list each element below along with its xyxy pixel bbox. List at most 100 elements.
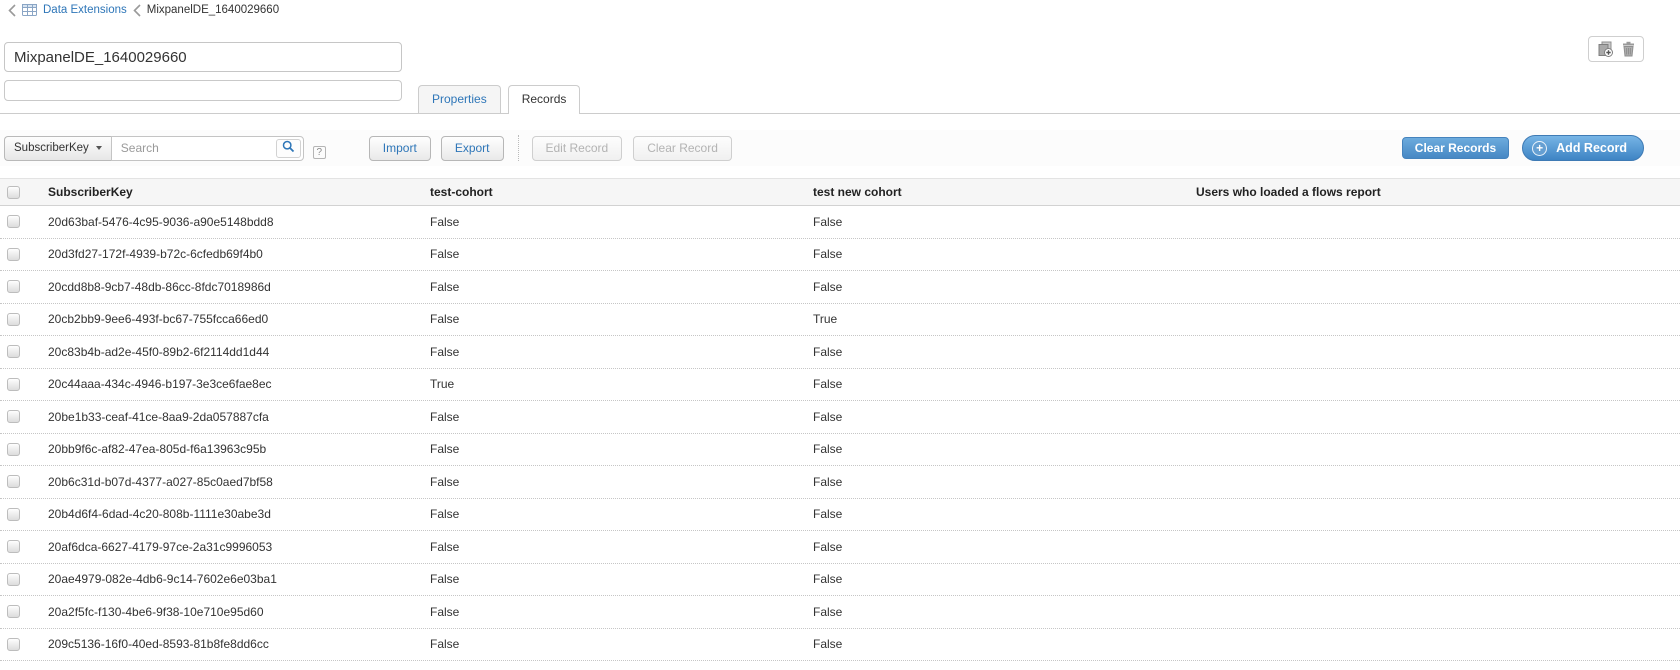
row-checkbox-cell xyxy=(0,313,40,326)
row-checkbox-cell xyxy=(0,280,40,293)
breadcrumb-separator-icon xyxy=(133,4,141,17)
edit-record-button[interactable]: Edit Record xyxy=(532,136,623,161)
row-checkbox[interactable] xyxy=(7,378,20,391)
table-row: 20c83b4b-ad2e-45f0-89b2-6f2114dd1d44 Fal… xyxy=(0,336,1680,369)
help-icon[interactable]: ? xyxy=(313,146,326,159)
tab-properties[interactable]: Properties xyxy=(418,85,501,113)
cell-subscriber-key: 20cdd8b8-9cb7-48db-86cc-8fdc7018986d xyxy=(40,280,422,294)
table-row: 20d63baf-5476-4c95-9036-a90e5148bdd8 Fal… xyxy=(0,206,1680,239)
cell-test-cohort: False xyxy=(422,312,805,326)
cell-subscriber-key: 20b4d6f4-6dad-4c20-808b-1111e30abe3d xyxy=(40,507,422,521)
filter-field-dropdown[interactable]: SubscriberKey xyxy=(4,136,111,161)
cell-test-new-cohort: False xyxy=(805,215,1188,229)
breadcrumb-link-data-extensions[interactable]: Data Extensions xyxy=(43,4,127,16)
row-checkbox-cell xyxy=(0,605,40,618)
row-checkbox[interactable] xyxy=(7,508,20,521)
row-checkbox[interactable] xyxy=(7,345,20,358)
cell-subscriber-key: 20cb2bb9-9ee6-493f-bc67-755fcca66ed0 xyxy=(40,312,422,326)
row-checkbox-cell xyxy=(0,378,40,391)
cell-subscriber-key: 20ae4979-082e-4db6-9c14-7602e6e03ba1 xyxy=(40,572,422,586)
table-row: 20d3fd27-172f-4939-b72c-6cfedb69f4b0 Fal… xyxy=(0,239,1680,272)
row-checkbox[interactable] xyxy=(7,573,20,586)
cell-subscriber-key: 20d63baf-5476-4c95-9036-a90e5148bdd8 xyxy=(40,215,422,229)
plus-icon: + xyxy=(1532,141,1547,156)
row-checkbox[interactable] xyxy=(7,313,20,326)
cell-test-cohort: False xyxy=(422,540,805,554)
cell-test-new-cohort: False xyxy=(805,475,1188,489)
cell-test-new-cohort: False xyxy=(805,442,1188,456)
cell-test-new-cohort: False xyxy=(805,605,1188,619)
cell-test-cohort: False xyxy=(422,410,805,424)
column-header-subscriber-key: SubscriberKey xyxy=(40,185,422,199)
chevron-down-icon xyxy=(96,146,102,150)
cell-test-cohort: False xyxy=(422,215,805,229)
row-checkbox[interactable] xyxy=(7,410,20,423)
search-input[interactable] xyxy=(111,136,304,161)
tab-bar: Properties Records xyxy=(0,86,1680,114)
cell-test-cohort: True xyxy=(422,377,805,391)
cell-test-new-cohort: False xyxy=(805,540,1188,554)
column-header-test-cohort: test-cohort xyxy=(422,185,805,199)
cell-test-new-cohort: False xyxy=(805,345,1188,359)
data-extension-name-input[interactable] xyxy=(4,42,402,72)
row-checkbox[interactable] xyxy=(7,540,20,553)
cell-test-new-cohort: True xyxy=(805,312,1188,326)
cell-subscriber-key: 20b6c31d-b07d-4377-a027-85c0aed7bf58 xyxy=(40,475,422,489)
search-button[interactable] xyxy=(276,139,301,158)
table-header-row: SubscriberKey test-cohort test new cohor… xyxy=(0,178,1680,206)
row-checkbox[interactable] xyxy=(7,443,20,456)
row-checkbox-cell xyxy=(0,410,40,423)
export-button[interactable]: Export xyxy=(441,136,504,161)
table-row: 20be1b33-ceaf-41ce-8aa9-2da057887cfa Fal… xyxy=(0,401,1680,434)
row-checkbox-cell xyxy=(0,508,40,521)
row-checkbox[interactable] xyxy=(7,605,20,618)
search-wrap xyxy=(111,136,304,161)
cell-test-new-cohort: False xyxy=(805,572,1188,586)
table-row: 20cdd8b8-9cb7-48db-86cc-8fdc7018986d Fal… xyxy=(0,271,1680,304)
cell-test-cohort: False xyxy=(422,442,805,456)
records-toolbar: SubscriberKey ? Import Export Edit Recor… xyxy=(0,130,1680,166)
row-checkbox-cell xyxy=(0,248,40,261)
table-row: 209c5136-16f0-40ed-8593-81b8fe8dd6cc Fal… xyxy=(0,629,1680,662)
cell-test-cohort: False xyxy=(422,345,805,359)
duplicate-icon[interactable] xyxy=(1597,41,1614,57)
table-row: 20b6c31d-b07d-4377-a027-85c0aed7bf58 Fal… xyxy=(0,466,1680,499)
table-row: 20b4d6f4-6dad-4c20-808b-1111e30abe3d Fal… xyxy=(0,499,1680,532)
column-header-flows-report: Users who loaded a flows report xyxy=(1188,185,1680,199)
row-checkbox[interactable] xyxy=(7,638,20,651)
breadcrumb-current: MixpanelDE_1640029660 xyxy=(147,4,279,16)
cell-test-cohort: False xyxy=(422,605,805,619)
cell-test-new-cohort: False xyxy=(805,410,1188,424)
clear-record-button[interactable]: Clear Record xyxy=(633,136,732,161)
cell-test-cohort: False xyxy=(422,475,805,489)
import-button[interactable]: Import xyxy=(369,136,431,161)
cell-test-cohort: False xyxy=(422,280,805,294)
table-row: 20c44aaa-434c-4946-b197-3e3ce6fae8ec Tru… xyxy=(0,369,1680,402)
breadcrumb: Data Extensions MixpanelDE_1640029660 xyxy=(8,2,279,18)
row-checkbox-cell xyxy=(0,573,40,586)
cell-subscriber-key: 20af6dca-6627-4179-97ce-2a31c9996053 xyxy=(40,540,422,554)
row-checkbox[interactable] xyxy=(7,475,20,488)
row-checkbox[interactable] xyxy=(7,248,20,261)
records-table: SubscriberKey test-cohort test new cohor… xyxy=(0,178,1680,661)
tab-records[interactable]: Records xyxy=(508,85,581,114)
delete-icon[interactable] xyxy=(1622,41,1635,57)
back-chevron-icon[interactable] xyxy=(8,4,16,17)
cell-test-cohort: False xyxy=(422,572,805,586)
cell-test-cohort: False xyxy=(422,507,805,521)
data-extension-grid-icon xyxy=(22,4,37,16)
add-record-button[interactable]: + Add Record xyxy=(1522,135,1644,161)
cell-test-new-cohort: False xyxy=(805,247,1188,261)
row-checkbox[interactable] xyxy=(7,215,20,228)
cell-subscriber-key: 20c44aaa-434c-4946-b197-3e3ce6fae8ec xyxy=(40,377,422,391)
toolbar-right-group: Clear Records + Add Record xyxy=(1402,135,1644,161)
cell-subscriber-key: 20c83b4b-ad2e-45f0-89b2-6f2114dd1d44 xyxy=(40,345,422,359)
cell-test-cohort: False xyxy=(422,247,805,261)
select-all-checkbox[interactable] xyxy=(7,186,20,199)
cell-subscriber-key: 20be1b33-ceaf-41ce-8aa9-2da057887cfa xyxy=(40,410,422,424)
filter-field-label: SubscriberKey xyxy=(14,142,89,154)
cell-test-new-cohort: False xyxy=(805,637,1188,651)
row-checkbox[interactable] xyxy=(7,280,20,293)
clear-records-button[interactable]: Clear Records xyxy=(1402,137,1509,159)
record-actions-group xyxy=(1588,36,1644,62)
